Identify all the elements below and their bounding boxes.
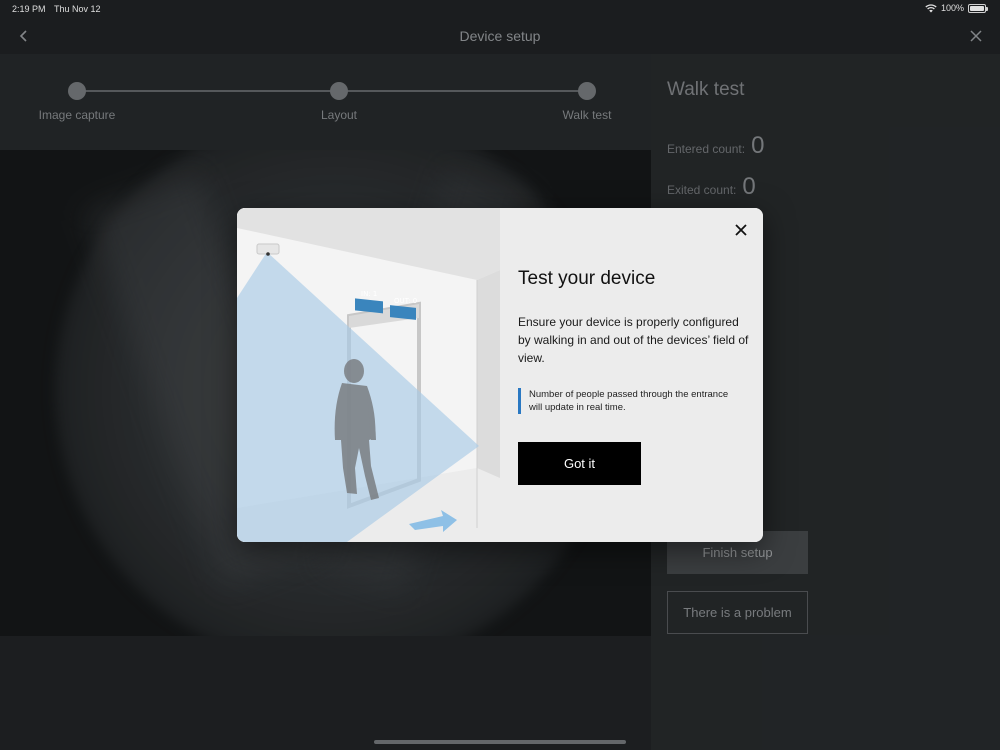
modal-title: Test your device (518, 268, 656, 289)
got-it-button[interactable]: Got it (518, 442, 641, 485)
sign-out-count: OUT: 0 (394, 297, 418, 305)
modal-body: Test your device Ensure your device is p… (500, 208, 763, 542)
app-window: 2:19 PM Thu Nov 12 100% Device setup Ima… (0, 0, 1000, 750)
sign-in-count: IN: 1 (361, 290, 378, 298)
test-device-modal: IN: 1 OUT: 0 Test your device Ensure you… (237, 208, 763, 542)
modal-info-note: Number of people passed through the entr… (518, 388, 738, 414)
close-icon[interactable] (731, 220, 751, 240)
modal-description: Ensure your device is properly configure… (518, 315, 749, 365)
illustration-svg (237, 208, 500, 542)
walk-test-illustration: IN: 1 OUT: 0 (237, 208, 500, 542)
